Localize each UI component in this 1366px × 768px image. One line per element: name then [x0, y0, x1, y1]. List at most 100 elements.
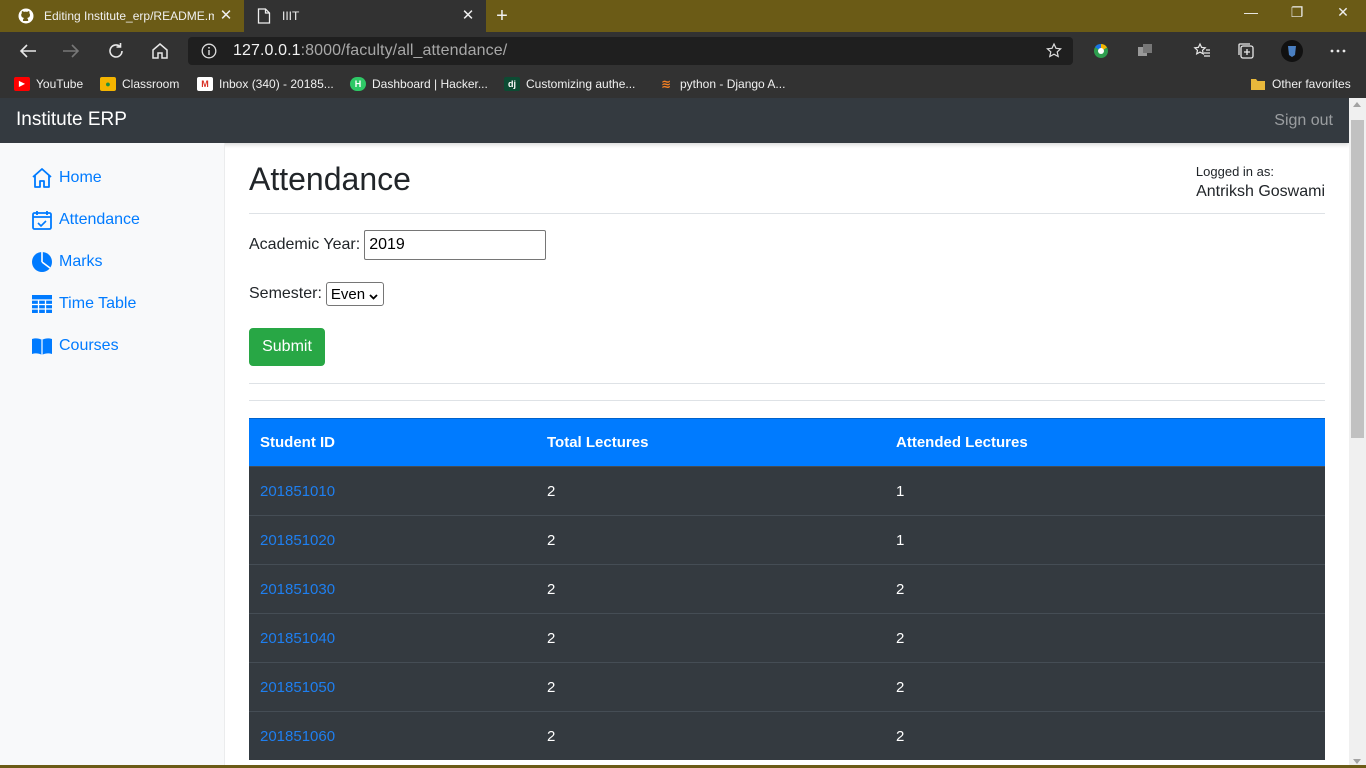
student-id-link[interactable]: 201851030: [260, 565, 335, 613]
scroll-up-icon[interactable]: [1353, 102, 1361, 107]
folder-icon: [1250, 77, 1266, 91]
bookmark-label: Inbox (340) - 20185...: [219, 77, 334, 91]
form-divider: [249, 383, 1325, 384]
bookmark-label: Dashboard | Hacker...: [372, 77, 488, 91]
bookmark-label: Customizing authe...: [526, 77, 636, 91]
address-bar[interactable]: 127.0.0.1:8000/faculty/all_attendance/: [188, 37, 1073, 65]
brand-link[interactable]: Institute ERP: [16, 109, 127, 131]
restore-icon[interactable]: ❐: [1274, 0, 1320, 28]
student-id-link[interactable]: 201851020: [260, 516, 335, 564]
sidebar-item-time-table[interactable]: Time Table: [30, 291, 136, 317]
bookmark-youtube[interactable]: ▶ YouTube: [14, 76, 83, 92]
bookmark-stackoverflow[interactable]: ≋ python - Django A...: [658, 76, 785, 92]
total-lectures-cell: 2: [547, 678, 556, 696]
sidebar-item-marks[interactable]: Marks: [30, 249, 103, 275]
browser-tab-readme[interactable]: Editing Institute_erp/README.md ✕: [0, 0, 244, 32]
chevron-down-icon: [369, 288, 378, 300]
sidebar-item-attendance[interactable]: Attendance: [30, 207, 140, 233]
sidebar-item-courses[interactable]: Courses: [30, 333, 119, 359]
student-id-link[interactable]: 201851050: [260, 663, 335, 711]
extension-icon[interactable]: [1087, 37, 1115, 65]
more-menu-icon[interactable]: [1324, 37, 1352, 65]
academic-year-input[interactable]: [364, 230, 547, 260]
table-row: 201851050 2 2: [249, 662, 1325, 711]
attended-lectures-cell: 2: [896, 727, 905, 745]
bookmark-label: YouTube: [36, 77, 84, 91]
top-navbar: Institute ERP Sign out: [0, 98, 1349, 143]
browser-titlebar: Editing Institute_erp/README.md ✕ IIIT ✕…: [0, 0, 1366, 32]
attended-lectures-cell: 2: [896, 678, 905, 696]
tab-title: Editing Institute_erp/README.md: [44, 9, 214, 23]
attended-lectures-cell: 2: [896, 629, 905, 647]
url-path: :8000/faculty/all_attendance/: [300, 42, 508, 59]
bookmark-inbox[interactable]: M Inbox (340) - 20185...: [197, 76, 334, 92]
total-lectures-cell: 2: [547, 580, 556, 598]
close-tab-icon[interactable]: ✕: [460, 8, 476, 24]
sidebar-item-label: Marks: [59, 253, 103, 270]
semester-label: Semester:: [249, 285, 322, 302]
browser-tab-iiit[interactable]: IIIT ✕: [244, 0, 486, 32]
scrollbar-thumb[interactable]: [1351, 120, 1364, 438]
github-icon: [18, 8, 34, 24]
sign-out-link[interactable]: Sign out: [1274, 112, 1333, 130]
column-header-attended-lectures: Attended Lectures: [896, 434, 1028, 451]
sidebar-item-label: Home: [59, 169, 102, 186]
column-header-total-lectures: Total Lectures: [547, 434, 649, 451]
youtube-icon: ▶: [14, 77, 30, 91]
attendance-table: Student ID Total Lectures Attended Lectu…: [249, 418, 1325, 760]
column-header-student-id: Student ID: [260, 434, 335, 451]
close-tab-icon[interactable]: ✕: [218, 8, 234, 24]
bookmark-classroom[interactable]: ● Classroom: [100, 76, 179, 92]
student-id-link[interactable]: 201851040: [260, 614, 335, 662]
table-row: 201851040 2 2: [249, 613, 1325, 662]
section-divider: [249, 400, 1325, 401]
info-icon[interactable]: [201, 43, 217, 59]
student-id-link[interactable]: 201851010: [260, 467, 335, 515]
bookmark-django[interactable]: dj Customizing authe...: [504, 76, 635, 92]
favorites-icon[interactable]: [1188, 37, 1216, 65]
semester-row: Semester: Even: [249, 282, 384, 306]
attended-lectures-cell: 2: [896, 580, 905, 598]
sidebar: Home Attendance Marks Time Table Courses: [0, 143, 225, 768]
django-icon: dj: [504, 77, 520, 91]
collections-ext-icon[interactable]: [1131, 37, 1159, 65]
calendar-icon: [30, 209, 53, 232]
pie-chart-icon: [30, 251, 53, 274]
bookmark-label: Classroom: [122, 77, 180, 91]
back-icon[interactable]: [14, 37, 42, 65]
classroom-icon: ●: [100, 77, 116, 91]
bookmark-label: Other favorites: [1272, 77, 1351, 91]
home-icon: [30, 167, 53, 190]
forward-icon[interactable]: [57, 37, 85, 65]
total-lectures-cell: 2: [547, 629, 556, 647]
attended-lectures-cell: 1: [896, 482, 905, 500]
sidebar-item-label: Courses: [59, 337, 119, 354]
total-lectures-cell: 2: [547, 727, 556, 745]
add-favorite-icon[interactable]: [1045, 42, 1063, 60]
home-browser-icon[interactable]: [146, 37, 174, 65]
page-title: Attendance: [249, 161, 411, 197]
bookmark-hackerrank[interactable]: H Dashboard | Hacker...: [350, 76, 488, 92]
stackoverflow-icon: ≋: [660, 77, 672, 91]
minimize-icon[interactable]: —: [1228, 0, 1274, 28]
profile-avatar-icon[interactable]: [1278, 37, 1306, 65]
academic-year-label: Academic Year:: [249, 236, 361, 253]
semester-select[interactable]: Even: [325, 282, 384, 306]
collections-icon[interactable]: [1232, 37, 1260, 65]
total-lectures-cell: 2: [547, 531, 556, 549]
sidebar-item-label: Time Table: [59, 295, 137, 312]
page-scrollbar[interactable]: [1349, 98, 1366, 768]
refresh-icon[interactable]: [102, 37, 130, 65]
bookmark-other-favorites[interactable]: Other favorites: [1250, 76, 1351, 92]
scroll-down-icon[interactable]: [1353, 759, 1361, 764]
table-row: 201851030 2 2: [249, 564, 1325, 613]
table-row: 201851060 2 2: [249, 711, 1325, 760]
logged-in-user: Antriksh Goswami: [1196, 183, 1325, 200]
new-tab-icon[interactable]: +: [490, 4, 514, 28]
table-header-row: Student ID Total Lectures Attended Lectu…: [249, 418, 1325, 466]
sidebar-item-home[interactable]: Home: [30, 165, 102, 191]
close-window-icon[interactable]: ✕: [1320, 0, 1366, 28]
gmail-icon: M: [197, 77, 213, 91]
student-id-link[interactable]: 201851060: [260, 712, 335, 760]
submit-button[interactable]: Submit: [249, 328, 325, 366]
